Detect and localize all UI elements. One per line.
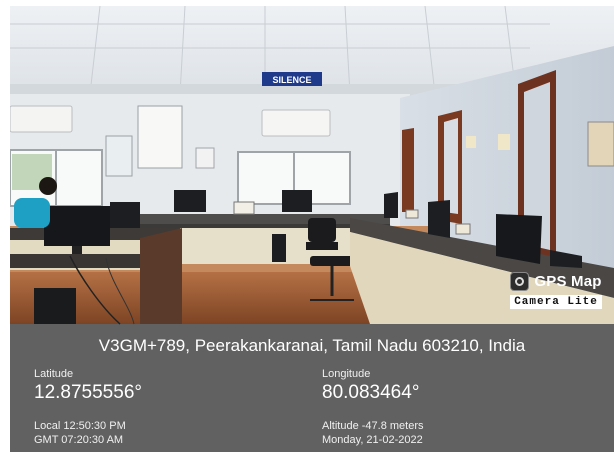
gmt-time: GMT 07:20:30 AM [34,434,124,446]
photo-scene: SILENCE GPS Map Camera Lite V3GM+789, Pe… [10,6,614,452]
app-name: GPS Map [534,273,602,290]
photo-frame: SILENCE GPS Map Camera Lite V3GM+789, Pe… [0,0,614,454]
gps-map-camera-watermark: GPS Map Camera Lite [504,272,608,309]
location-info-overlay: V3GM+789, Peerakankaranai, Tamil Nadu 60… [10,324,614,452]
address-text: V3GM+789, Peerakankaranai, Tamil Nadu 60… [98,336,526,355]
longitude-value: 80.083464° [322,382,420,403]
local-time: Local 12:50:30 PM [34,420,126,432]
silence-sign: SILENCE [272,75,311,85]
latitude-label: Latitude [34,368,74,380]
latitude-value: 12.8755556° [34,382,142,403]
longitude-label: Longitude [322,368,371,380]
date-text: Monday, 21-02-2022 [322,434,423,446]
app-subtitle: Camera Lite [510,295,602,309]
altitude-text: Altitude -47.8 meters [322,420,424,432]
camera-icon [510,272,530,291]
